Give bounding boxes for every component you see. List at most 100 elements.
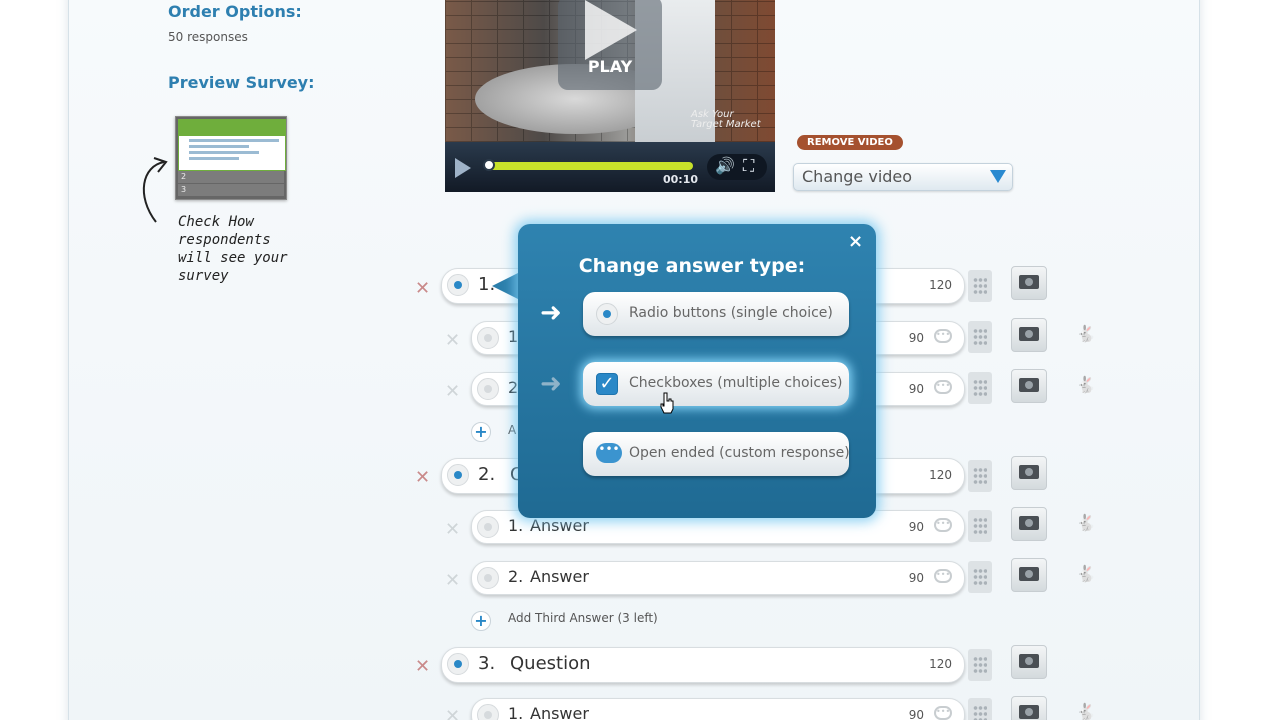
delete-answer-icon[interactable]: ✕ [445,570,460,591]
radio-icon [477,516,499,538]
question-number: 2. [478,464,496,485]
add-answer-label[interactable]: A [508,423,516,437]
question-text[interactable]: Question [510,653,591,674]
delete-answer-icon[interactable]: ✕ [445,706,460,720]
preview-hint-line-4: survey [178,268,229,284]
answer-number: 2. [508,567,524,586]
delete-question-icon[interactable]: ✕ [415,656,430,677]
arrow-right-icon: ➜ [540,298,562,328]
add-image-camera-icon[interactable] [1011,266,1047,300]
delete-answer-icon[interactable]: ✕ [445,381,460,402]
radio-icon [477,567,499,589]
video-watermark: Ask Your Target Market [691,109,761,130]
add-answer-plus-icon[interactable]: + [471,611,491,631]
drag-handle-icon[interactable] [968,372,992,404]
add-image-camera-icon[interactable] [1011,318,1047,352]
skip-logic-icon[interactable]: 🐇 [1076,513,1096,532]
drag-handle-icon[interactable] [968,321,992,353]
delete-question-icon[interactable]: ✕ [415,467,430,488]
radio-icon [447,274,469,296]
option-open-ended[interactable]: ••• Open ended (custom response) [583,432,850,476]
answer-text[interactable]: Answer [530,516,589,535]
question-response-count: 120 [929,657,952,671]
skip-logic-icon[interactable]: 🐇 [1076,702,1096,720]
progress-handle[interactable] [483,159,495,171]
question-number: 3. [478,653,496,674]
answer-number: 1. [508,516,524,535]
change-video-dropdown[interactable]: Change video [793,163,1013,191]
hand-cursor-icon [660,392,674,414]
drag-handle-icon[interactable] [968,270,992,302]
answer-response-count: 90 [908,520,924,534]
comment-icon[interactable]: ••• [934,518,952,532]
skip-logic-icon[interactable]: 🐇 [1076,375,1096,394]
preview-row-2: 2 [178,171,284,183]
drag-handle-icon[interactable] [968,698,992,720]
add-image-camera-icon[interactable] [1011,507,1047,541]
answer-response-count: 90 [908,382,924,396]
video-progress-bar[interactable] [487,162,693,170]
answer-row[interactable]: 2. Answer 90 ••• [471,561,965,595]
answer-response-count: 90 [908,331,924,345]
drag-handle-icon[interactable] [968,561,992,593]
question-response-count: 120 [929,468,952,482]
skip-logic-icon[interactable]: 🐇 [1076,324,1096,343]
survey-preview-thumbnail[interactable]: 2 3 [175,116,287,200]
delete-answer-icon[interactable]: ✕ [445,330,460,351]
radio-icon [477,378,499,400]
answer-number: 1. [508,704,524,720]
close-icon[interactable]: × [848,231,863,252]
answer-text[interactable]: Answer [530,567,589,586]
page: Order Options: 50 responses Preview Surv… [0,0,1280,720]
volume-icon[interactable]: 🔊 [715,156,735,175]
video-frame: PLAY Ask Your Target Market [445,0,775,142]
answer-text[interactable]: Answer [530,704,589,720]
add-image-camera-icon[interactable] [1011,558,1047,592]
video-time: 00:10 [663,173,699,186]
comment-icon[interactable]: ••• [934,569,952,583]
option-radio-buttons[interactable]: Radio buttons (single choice) [583,292,849,336]
drag-handle-icon[interactable] [968,649,992,681]
preview-hint-line-3: will see your [178,250,288,266]
arrow-right-icon: ➜ [540,369,562,399]
option-label: Checkboxes (multiple choices) [629,375,843,391]
comment-icon[interactable]: ••• [934,329,952,343]
add-image-camera-icon[interactable] [1011,696,1047,720]
option-label: Open ended (custom response) [629,445,850,461]
curved-arrow-icon [142,157,168,223]
add-image-camera-icon[interactable] [1011,456,1047,490]
video-player[interactable]: PLAY Ask Your Target Market 00:10 🔊 ⛶ [445,0,775,192]
order-options-title: Order Options: [168,2,302,21]
comment-icon[interactable]: ••• [934,706,952,720]
answer-number: 1 [508,327,519,346]
option-label: Radio buttons (single choice) [629,305,833,321]
drag-handle-icon[interactable] [968,460,992,492]
comment-icon[interactable]: ••• [934,380,952,394]
radio-icon [447,653,469,675]
question-row-3[interactable]: 3. Question 120 [441,647,965,683]
radio-icon [477,327,499,349]
add-answer-label[interactable]: Add Third Answer (3 left) [508,611,658,625]
delete-answer-icon[interactable]: ✕ [445,519,460,540]
add-image-camera-icon[interactable] [1011,369,1047,403]
add-image-camera-icon[interactable] [1011,645,1047,679]
answer-number: 2 [508,378,519,397]
preview-survey-title[interactable]: Preview Survey: [168,73,315,92]
question-response-count: 120 [929,278,952,292]
checkbox-icon: ✓ [596,373,618,395]
remove-video-button[interactable]: REMOVE VIDEO [797,135,903,150]
preview-hint-line-2: respondents [178,232,271,248]
answer-row[interactable]: 1. Answer 90 ••• [471,698,965,720]
skip-logic-icon[interactable]: 🐇 [1076,564,1096,583]
fullscreen-icon[interactable]: ⛶ [743,156,754,176]
delete-question-icon[interactable]: ✕ [415,278,430,299]
option-checkboxes[interactable]: ✓ Checkboxes (multiple choices) [583,362,849,406]
responses-count: 50 responses [168,30,248,44]
play-label[interactable]: PLAY [558,57,662,76]
drag-handle-icon[interactable] [968,510,992,542]
add-answer-plus-icon[interactable]: + [471,422,491,442]
play-icon[interactable] [585,0,637,60]
answer-response-count: 90 [908,708,924,720]
play-button-icon[interactable] [455,158,471,178]
speech-bubble-icon: ••• [596,443,622,463]
